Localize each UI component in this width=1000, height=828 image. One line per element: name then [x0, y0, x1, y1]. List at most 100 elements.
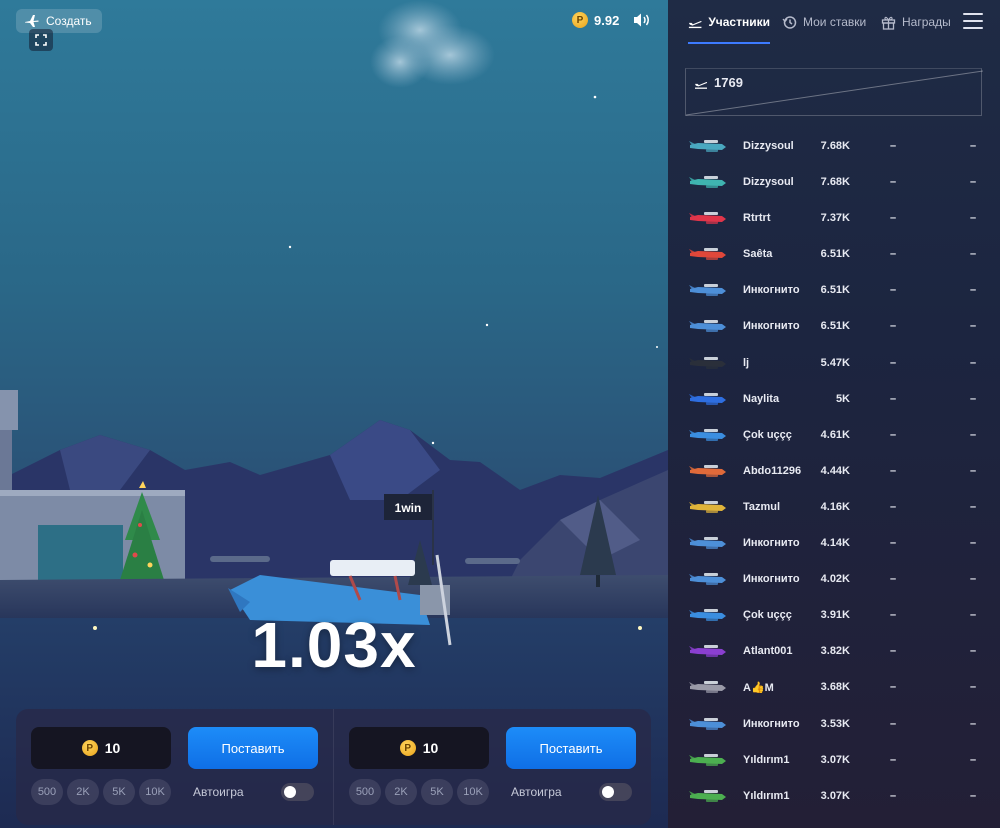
- chip-500[interactable]: 500: [349, 779, 381, 805]
- player-plane-icon: [689, 500, 726, 513]
- chip-5k[interactable]: 5K: [103, 779, 135, 805]
- player-win: –: [970, 609, 977, 622]
- player-multiplier: –: [890, 609, 897, 622]
- autoplay-label: Автоигра: [193, 785, 244, 799]
- list-item: Saêta 6.51K – –: [668, 236, 1000, 272]
- player-win: –: [970, 537, 977, 550]
- player-plane-icon: [689, 573, 726, 586]
- bet-amount-input[interactable]: P 10: [349, 727, 489, 769]
- player-plane-icon: [689, 428, 726, 441]
- player-bet: 3.53K: [820, 717, 850, 730]
- player-name: Yıldırım1: [743, 789, 790, 802]
- game-scene: 1win: [0, 0, 668, 828]
- list-item: Dizzysoul 7.68K – –: [668, 128, 1000, 164]
- player-bet: 7.37K: [820, 212, 850, 225]
- menu-button[interactable]: [963, 13, 983, 31]
- autoplay-label: Автоигра: [511, 785, 562, 799]
- bet-slot-1: P 10 Поставить 500 2K 5K 10K Автоигра: [16, 709, 333, 825]
- player-win: –: [970, 428, 977, 441]
- player-bet: 3.91K: [820, 609, 850, 622]
- player-bet: 6.51K: [820, 320, 850, 333]
- place-bet-button[interactable]: Поставить: [188, 727, 318, 769]
- autoplay-toggle[interactable]: [281, 783, 314, 801]
- list-item: Инкогнито 6.51K – –: [668, 272, 1000, 308]
- player-win: –: [970, 573, 977, 586]
- sidebar-tabs: Участники Мои ставки Награды: [668, 0, 1000, 44]
- player-bet: 3.82K: [820, 645, 850, 658]
- chip-2k[interactable]: 2K: [385, 779, 417, 805]
- player-win: –: [970, 717, 977, 730]
- quick-amounts: 500 2K 5K 10K: [31, 779, 171, 805]
- player-bet: 5.47K: [820, 356, 850, 369]
- player-win: –: [970, 284, 977, 297]
- chip-2k[interactable]: 2K: [67, 779, 99, 805]
- list-item: Çok uççç 4.61K – –: [668, 417, 1000, 453]
- player-plane-icon: [689, 609, 726, 622]
- player-multiplier: –: [890, 717, 897, 730]
- list-item: Инкогнито 3.53K – –: [668, 706, 1000, 742]
- player-name: Çok uççç: [743, 609, 792, 622]
- player-multiplier: –: [890, 320, 897, 333]
- player-win: –: [970, 464, 977, 477]
- tab-participants[interactable]: Участники: [688, 0, 770, 44]
- player-name: Инкогнито: [743, 320, 800, 333]
- participants-chart: 1769: [685, 68, 983, 116]
- player-plane-icon: [689, 645, 726, 658]
- player-plane-icon: [689, 212, 726, 225]
- player-name: Dizzysoul: [743, 176, 794, 189]
- player-multiplier: –: [890, 500, 897, 513]
- player-name: Dizzysoul: [743, 140, 794, 152]
- chip-500[interactable]: 500: [31, 779, 63, 805]
- player-win: –: [970, 140, 977, 152]
- history-icon: [782, 15, 797, 29]
- menu-icon-bar: [963, 20, 983, 22]
- player-bet: 7.68K: [820, 140, 850, 152]
- player-name: Atlant001: [743, 645, 793, 658]
- balance-value: 9.92: [594, 12, 620, 28]
- player-multiplier: –: [890, 537, 897, 550]
- player-name: Abdo11296: [743, 464, 802, 477]
- player-multiplier: –: [890, 212, 897, 225]
- coin-icon: P: [399, 740, 416, 756]
- plane-icon: [25, 15, 39, 27]
- create-button[interactable]: Создать: [16, 9, 102, 33]
- player-bet: 4.16K: [820, 500, 850, 513]
- player-name: Инкогнито: [743, 573, 800, 586]
- chip-5k[interactable]: 5K: [421, 779, 453, 805]
- sound-icon[interactable]: [633, 12, 651, 28]
- player-win: –: [970, 176, 977, 189]
- bet-amount-input[interactable]: P 10: [31, 727, 171, 769]
- bet-amount-value: 10: [104, 740, 121, 756]
- place-bet-button[interactable]: Поставить: [506, 727, 636, 769]
- chip-10k[interactable]: 10K: [457, 779, 489, 805]
- player-plane-icon: [689, 537, 726, 550]
- player-plane-icon: [689, 356, 726, 369]
- player-multiplier: –: [890, 789, 897, 802]
- sidebar: Участники Мои ставки Награды 1769 Dizzys…: [668, 0, 1000, 828]
- bet-amount-value: 10: [422, 740, 439, 756]
- list-item: Atlant001 3.82K – –: [668, 633, 1000, 669]
- player-plane-icon: [689, 284, 726, 297]
- list-item: A👍M 3.68K – –: [668, 669, 1000, 705]
- player-multiplier: –: [890, 573, 897, 586]
- tab-my-bets[interactable]: Мои ставки: [782, 0, 866, 44]
- player-multiplier: –: [890, 392, 897, 405]
- player-bet: 4.44K: [820, 464, 850, 477]
- plane-takeoff-icon: [695, 81, 708, 89]
- player-name: A👍M: [743, 682, 774, 695]
- player-name: lj: [743, 356, 750, 369]
- autoplay-toggle[interactable]: [599, 783, 632, 801]
- player-multiplier: –: [890, 176, 897, 189]
- quick-amounts: 500 2K 5K 10K: [349, 779, 489, 805]
- list-item: Инкогнито 4.02K – –: [668, 561, 1000, 597]
- fullscreen-button[interactable]: [29, 29, 53, 51]
- player-name: Инкогнито: [743, 537, 800, 550]
- chip-10k[interactable]: 10K: [139, 779, 171, 805]
- gift-icon: [881, 16, 896, 30]
- list-item: Инкогнито 4.14K – –: [668, 525, 1000, 561]
- player-bet: 6.51K: [820, 248, 850, 261]
- player-plane-icon: [689, 789, 726, 802]
- tab-rewards[interactable]: Награды: [881, 0, 951, 44]
- list-item: Dizzysoul 7.68K – –: [668, 164, 1000, 200]
- player-bet: 5K: [835, 392, 850, 405]
